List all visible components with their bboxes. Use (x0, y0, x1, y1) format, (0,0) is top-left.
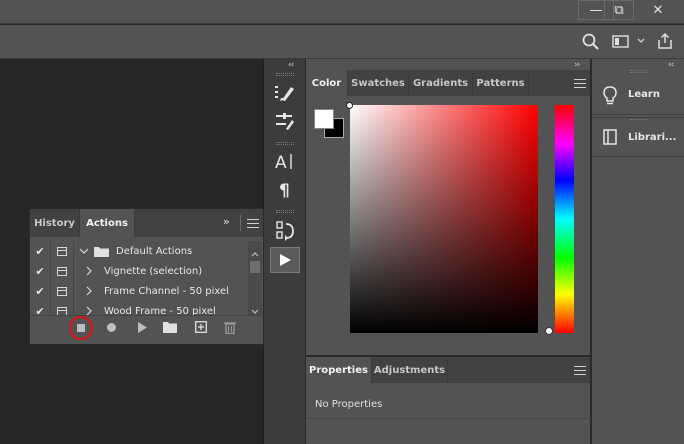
toggle-check[interactable]: ✔ (30, 245, 50, 258)
foreground-color-swatch[interactable] (314, 109, 334, 129)
dialog-toggle-icon[interactable] (57, 286, 67, 296)
divider (240, 215, 241, 231)
workspace-icon[interactable] (612, 34, 630, 50)
adjustments-icon[interactable] (272, 109, 298, 133)
properties-tabbar: Properties Adjustments (306, 357, 590, 383)
toggle-check[interactable]: ✔ (30, 265, 50, 278)
action-set-label: Default Actions (116, 245, 193, 257)
learn-label: Learn (628, 89, 660, 100)
scrollbar[interactable] (248, 241, 262, 315)
search-icon[interactable] (582, 33, 600, 51)
properties-panel: Properties Adjustments No Properties (305, 356, 591, 444)
tab-swatches[interactable]: Swatches (348, 70, 409, 96)
paragraph-icon[interactable]: ¶ (272, 177, 298, 201)
svg-text:¶: ¶ (279, 181, 290, 199)
lightbulb-icon (592, 85, 628, 105)
dialog-toggle-icon[interactable] (57, 266, 67, 276)
expand-panels-button[interactable]: ›› (574, 60, 580, 70)
svg-text:A: A (275, 153, 287, 171)
share-icon[interactable] (656, 32, 674, 50)
tab-gradients[interactable]: Gradients (409, 70, 473, 96)
collapse-right-panel-button[interactable]: ‹‹ (668, 60, 674, 70)
list-item[interactable]: ✔ Wood Frame - 50 pixel (30, 301, 248, 315)
folder-icon (94, 246, 116, 257)
right-panel-strip: ‹‹ Learn Librari... (591, 59, 684, 444)
title-bar: — ⧉ ✕ (0, 0, 684, 24)
new-set-button[interactable] (163, 321, 177, 336)
restore-button[interactable]: ⧉ (604, 0, 634, 20)
grip-handle[interactable] (630, 70, 648, 73)
divider (306, 418, 591, 419)
stop-icon (77, 324, 85, 332)
dialog-toggle-icon[interactable] (57, 306, 67, 315)
tab-adjustments[interactable]: Adjustments (372, 357, 448, 383)
dialog-toggle-icon[interactable] (57, 246, 67, 256)
actions-history-icon[interactable] (272, 219, 298, 243)
play-icon[interactable] (270, 247, 300, 273)
close-button[interactable]: ✕ (638, 0, 678, 20)
color-tabbar: Color Swatches Gradients Patterns (306, 70, 590, 96)
list-item[interactable]: ✔ Default Actions (30, 241, 248, 261)
properties-empty-text: No Properties (315, 399, 383, 410)
learn-panel-button[interactable]: Learn (592, 75, 684, 115)
panel-menu-icon[interactable] (574, 79, 586, 88)
list-item[interactable]: ✔ Vignette (selection) (30, 261, 248, 281)
libraries-panel-button[interactable]: Librari... (592, 117, 684, 157)
panel-icon-strip: ‹‹ A ¶ (263, 59, 305, 444)
stop-button[interactable] (69, 316, 93, 340)
brush-settings-icon[interactable] (272, 81, 298, 105)
action-label: Frame Channel - 50 pixel (104, 285, 229, 297)
chevron-right-icon[interactable] (74, 286, 104, 296)
chevron-right-icon[interactable] (74, 306, 104, 315)
tab-color[interactable]: Color (306, 70, 348, 96)
collapse-toolbar-button[interactable]: ‹‹ (288, 60, 294, 70)
actions-panel: History Actions ›› ✔ Default Actions ✔ V… (29, 208, 264, 345)
grip-handle[interactable] (276, 210, 294, 213)
actions-list: ✔ Default Actions ✔ Vignette (selection)… (30, 241, 248, 315)
tab-properties[interactable]: Properties (306, 357, 372, 383)
color-field-cursor[interactable] (346, 102, 353, 109)
tab-history[interactable]: History (30, 209, 80, 237)
libraries-label: Librari... (628, 131, 677, 143)
list-item[interactable]: ✔ Frame Channel - 50 pixel (30, 281, 248, 301)
chevron-down-icon[interactable] (636, 36, 646, 46)
grip-handle[interactable] (276, 142, 294, 145)
color-panel: ›› Color Swatches Gradients Patterns (305, 59, 590, 355)
grip-handle[interactable] (276, 73, 294, 76)
action-label: Wood Frame - 50 pixel (104, 305, 216, 316)
tab-patterns[interactable]: Patterns (473, 70, 529, 96)
delete-button[interactable] (224, 321, 236, 337)
close-icon: ✕ (652, 2, 664, 18)
panel-menu-icon[interactable] (574, 366, 586, 375)
actions-footer (30, 315, 263, 340)
actions-tabbar: History Actions ›› (30, 209, 263, 237)
chevron-down-icon[interactable] (74, 247, 94, 255)
options-bar (0, 25, 684, 59)
chevron-up-icon[interactable] (251, 247, 259, 260)
panel-menu-icon[interactable] (247, 219, 259, 228)
hue-slider-handle[interactable] (545, 327, 553, 335)
toggle-check[interactable]: ✔ (30, 285, 50, 298)
collapse-panel-button[interactable]: ›› (223, 215, 230, 228)
play-button[interactable] (137, 322, 147, 336)
toggle-check[interactable]: ✔ (30, 305, 50, 316)
new-action-button[interactable] (195, 321, 207, 336)
hue-slider[interactable] (555, 105, 574, 333)
action-label: Vignette (selection) (104, 265, 203, 277)
character-icon[interactable]: A (272, 149, 298, 173)
scrollbar-thumb[interactable] (250, 261, 260, 273)
restore-icon: ⧉ (614, 2, 624, 18)
tab-actions[interactable]: Actions (80, 209, 135, 237)
color-field[interactable] (350, 105, 538, 333)
libraries-icon (592, 128, 628, 146)
record-button[interactable] (107, 323, 116, 332)
minimize-icon: — (589, 2, 603, 18)
chevron-right-icon[interactable] (74, 266, 104, 276)
